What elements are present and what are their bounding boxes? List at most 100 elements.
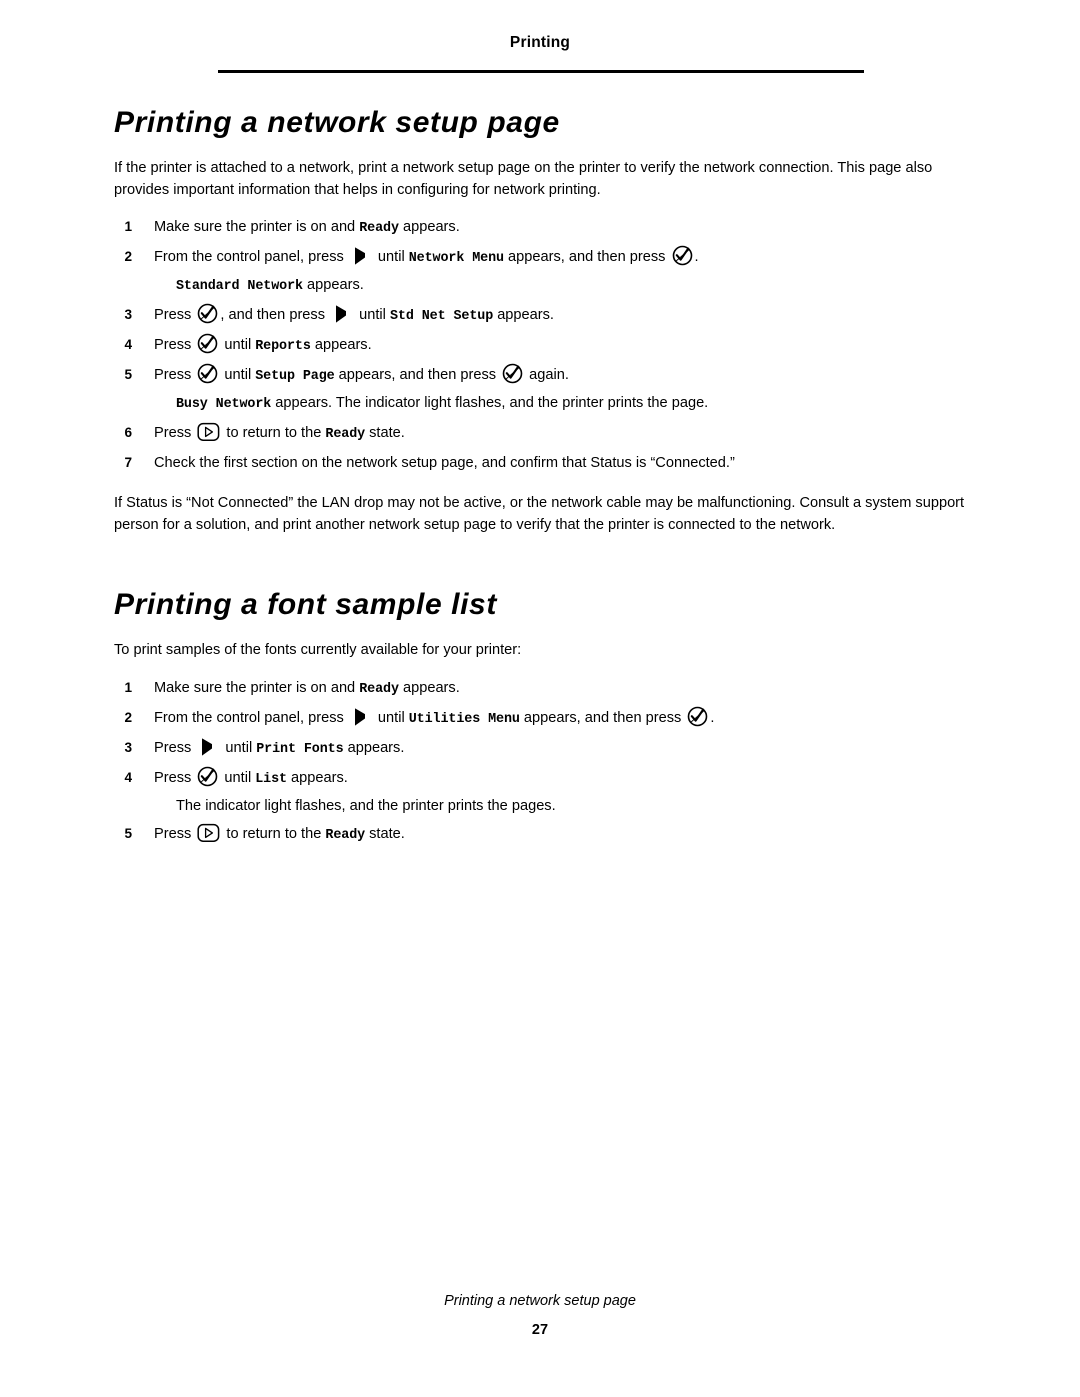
step-number: 4 <box>124 337 132 352</box>
step-text: appears. <box>398 219 460 235</box>
section1-closing: If Status is “Not Connected” the LAN dro… <box>114 495 965 533</box>
step-text: Make sure the printer is on and <box>154 679 360 696</box>
step-text: to return to the <box>222 425 326 441</box>
step-text: appears. <box>343 739 405 756</box>
section1-intro: If the printer is attached to a network,… <box>114 160 933 198</box>
page-header: Printing <box>509 34 571 51</box>
header-divider <box>218 70 864 73</box>
display-message: Ready <box>359 681 399 697</box>
step-text: appears, and then press <box>519 709 686 726</box>
section2-steps: 1 Make sure the printer is on and Ready a… <box>114 676 970 848</box>
step-note: The indicator light flashes, and the pri… <box>176 794 970 818</box>
step-text: appears. <box>310 337 372 353</box>
step-body: Press to return to the Ready state. <box>154 822 970 848</box>
step-text: , and then press <box>220 307 330 323</box>
back-icon <box>197 422 220 442</box>
step-body: Check the first section on the network s… <box>154 451 970 475</box>
select-icon <box>197 303 218 324</box>
select-icon <box>672 245 693 266</box>
select-icon <box>687 706 708 727</box>
list-item: 7 Check the first section on the network … <box>114 451 970 475</box>
step-note: Busy Network appears. The indicator ligh… <box>176 391 970 417</box>
select-icon <box>197 766 218 787</box>
step-text: appears. <box>493 307 554 323</box>
step-body: From the control panel, press until Util… <box>154 706 970 732</box>
section-heading-network-setup: Printing a network setup page <box>114 106 560 139</box>
step-note: Standard Network appears. <box>176 273 970 299</box>
step-text: appears. <box>287 769 348 786</box>
step-text: appears. <box>398 679 460 696</box>
display-message: Network Menu <box>408 251 504 266</box>
step-text: appears, and then press <box>334 367 501 383</box>
step-text: . <box>710 709 715 726</box>
step-text: until <box>220 337 256 353</box>
step-number: 5 <box>124 825 132 841</box>
display-message: Utilities Menu <box>408 711 520 727</box>
step-text: Press <box>154 367 196 383</box>
step-body: Press to return to the Ready state. <box>154 421 970 447</box>
step-text: state. <box>365 425 405 441</box>
list-item: 5 Press to return to the Ready state. <box>114 822 970 848</box>
arrow-icon <box>198 737 218 757</box>
back-icon <box>197 823 220 843</box>
list-item: 4 Press until Reports appears. <box>114 333 970 359</box>
select-icon <box>197 333 218 354</box>
step-number: 2 <box>124 249 132 264</box>
step-text: until <box>373 249 409 265</box>
step-text: appears, and then press <box>503 249 670 265</box>
step-text: Press <box>154 307 196 323</box>
list-item: 2 From the control panel, press until Uti… <box>114 706 970 732</box>
step-body: Make sure the printer is on and Ready ap… <box>154 215 970 241</box>
step-text: Press <box>154 825 196 842</box>
step-number: 3 <box>124 739 132 755</box>
display-message: Setup Page <box>255 369 335 384</box>
step-number: 1 <box>124 219 132 234</box>
footer-page-number: 27 <box>531 1322 549 1338</box>
display-message: List <box>255 771 287 787</box>
display-message: Busy Network <box>176 397 272 412</box>
step-text: until <box>220 769 256 786</box>
arrow-icon <box>351 707 371 727</box>
section1-steps: 1 Make sure the printer is on and Ready a… <box>114 215 970 475</box>
step-text: Press <box>154 337 196 353</box>
select-icon <box>197 363 218 384</box>
display-message: Ready <box>359 221 399 236</box>
page-content: Printing a network setup page If the pri… <box>114 100 970 848</box>
display-message: Print Fonts <box>256 741 344 757</box>
step-text: Press <box>154 425 196 441</box>
step-number: 3 <box>124 307 132 322</box>
list-item: 3 Press , and then press until Std Net Se… <box>114 303 970 329</box>
document-page: Printing Printing a network setup page I… <box>0 0 1080 1397</box>
list-item: 3 Press until Print Fonts appears. <box>114 736 970 762</box>
display-message: Ready <box>325 427 366 442</box>
step-number: 5 <box>124 367 132 382</box>
step-body: Make sure the printer is on and Ready ap… <box>154 676 970 702</box>
display-message: Std Net Setup <box>389 309 494 324</box>
step-number: 6 <box>124 425 132 440</box>
section2-intro: To print samples of the fonts currently … <box>114 642 522 658</box>
step-text: until <box>221 739 257 756</box>
list-item: 5 Press until Setup Page appears, and the… <box>114 363 970 389</box>
step-number: 7 <box>124 455 132 470</box>
arrow-icon <box>351 246 371 266</box>
select-icon <box>502 363 523 384</box>
section-heading-font-sample: Printing a font sample list <box>114 588 497 621</box>
step-text: Press <box>154 739 196 756</box>
footer-section-title: Printing a network setup page <box>444 1293 636 1309</box>
step-body: Press , and then press until Std Net Set… <box>154 303 970 329</box>
step-number: 1 <box>124 679 132 695</box>
step-body: From the control panel, press until Netw… <box>154 245 970 271</box>
step-text: to return to the <box>222 825 326 842</box>
step-text: until <box>355 307 390 323</box>
step-body: Press until Reports appears. <box>154 333 970 359</box>
step-text: From the control panel, press <box>154 249 348 265</box>
list-item: 4 Press until List appears. <box>114 766 970 792</box>
step-text: . <box>694 249 699 265</box>
step-text: Make sure the printer is on and <box>154 219 360 235</box>
step-body: Press until Setup Page appears, and then… <box>154 363 970 389</box>
step-text: Press <box>154 769 196 786</box>
step-text: until <box>220 367 256 383</box>
display-message: Ready <box>325 827 366 843</box>
list-item: 1 Make sure the printer is on and Ready a… <box>114 215 970 241</box>
list-item: 6 Press to return to the Ready state. <box>114 421 970 447</box>
